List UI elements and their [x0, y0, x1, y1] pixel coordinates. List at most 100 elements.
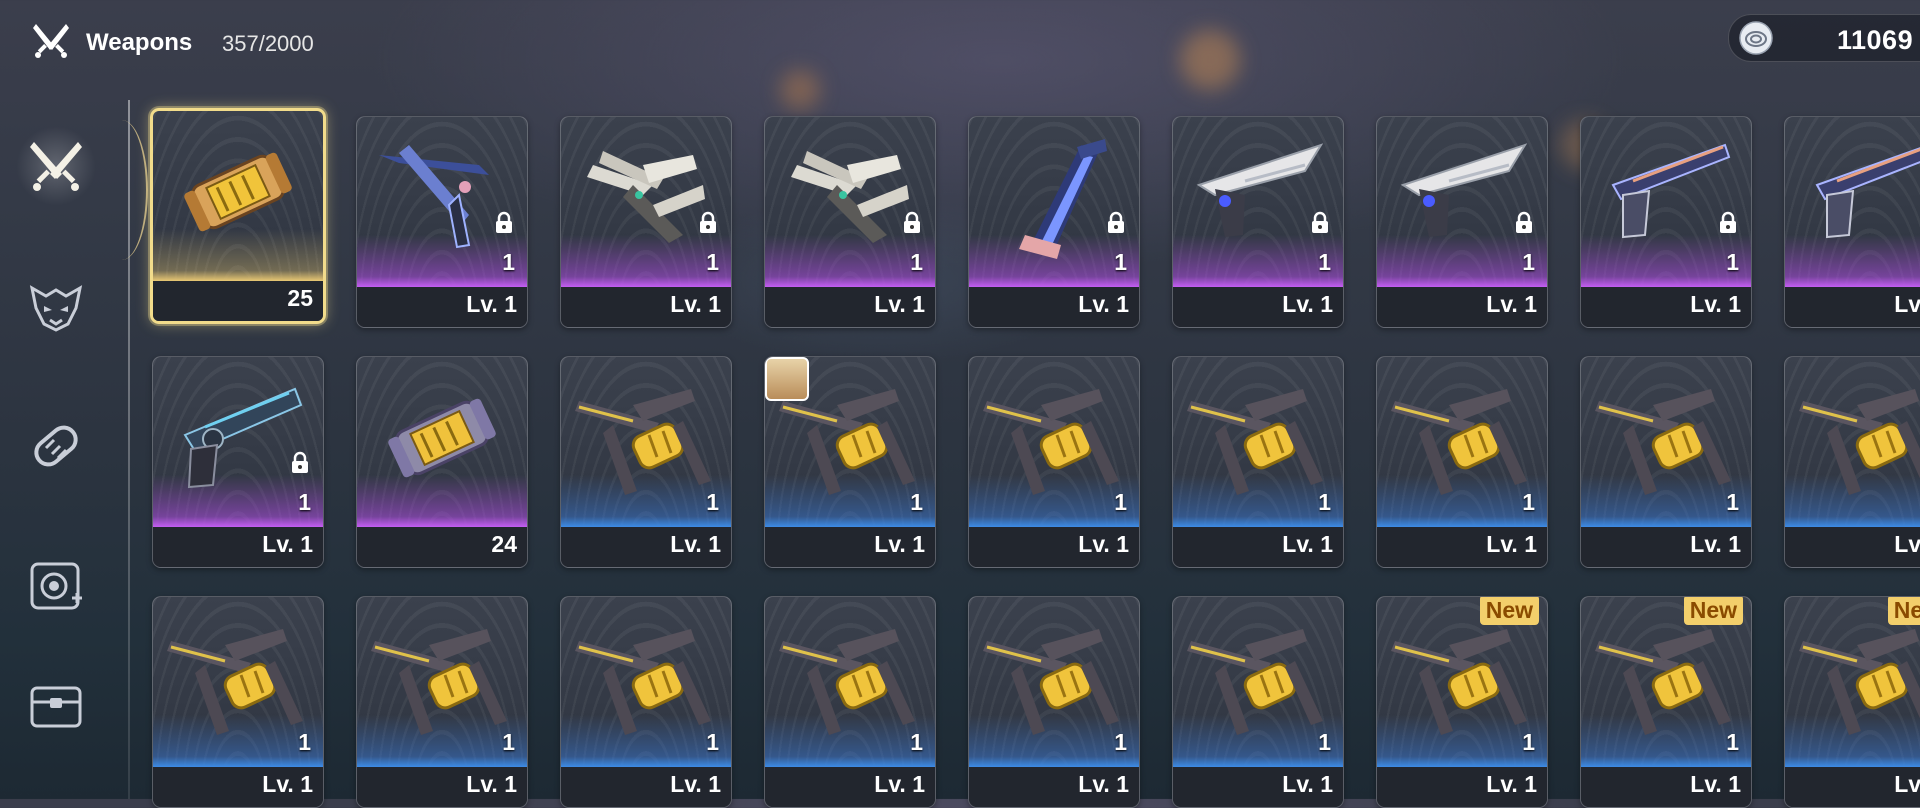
weapon-card[interactable]: 1 Lv. 1	[968, 596, 1140, 808]
shell-credit-icon	[1739, 21, 1773, 55]
crossed-swords-icon	[33, 24, 69, 58]
sidebar-item-development[interactable]	[16, 546, 96, 626]
item-quantity: 1	[1114, 729, 1127, 755]
currency-value: 11069	[1837, 25, 1914, 55]
blue-device-icon	[1019, 139, 1107, 259]
gold-gauntlet-icon	[1187, 389, 1323, 495]
gold-gauntlet-icon	[575, 389, 711, 495]
white-blade-icon	[1400, 143, 1528, 237]
item-quantity: 1	[1522, 729, 1535, 755]
currency-display[interactable]: 11069	[1728, 14, 1920, 62]
item-quantity: 1	[706, 729, 719, 755]
lock-icon[interactable]	[697, 211, 719, 235]
item-quantity: 25	[287, 285, 313, 311]
item-quantity: 1	[1726, 249, 1739, 275]
lock-icon[interactable]	[493, 211, 515, 235]
item-quantity: 1	[1726, 489, 1739, 515]
target-chip-icon	[30, 562, 82, 610]
item-level: Lv. 1	[262, 771, 313, 797]
sidebar-item-echoes[interactable]	[16, 266, 96, 346]
gold-gauntlet-icon	[1187, 629, 1323, 735]
new-badge: New	[1683, 597, 1743, 625]
weapon-card[interactable]: 1Lv. 1	[1172, 356, 1344, 568]
item-quantity: 24	[491, 531, 517, 557]
lock-icon[interactable]	[289, 451, 311, 475]
weapon-card[interactable]: 1Lv. 1	[1172, 116, 1344, 328]
item-level: Lv. 1	[670, 771, 721, 797]
sidebar-item-upgrade-materials[interactable]	[16, 406, 96, 486]
weapon-card[interactable]: 1Lv. 1	[1376, 116, 1548, 328]
weapon-card[interactable]: 24	[356, 356, 528, 568]
item-level: Lv. 1	[262, 531, 313, 557]
gold-gauntlet-icon	[1595, 629, 1731, 735]
sidebar-active-arc	[96, 120, 148, 260]
gold-gauntlet-icon	[1595, 389, 1731, 495]
weapon-card[interactable]: 1Lv. 1New	[1784, 596, 1920, 808]
item-quantity: 1	[706, 249, 719, 275]
item-quantity: 1	[502, 729, 515, 755]
weapon-card[interactable]: 1 Lv. 1	[968, 116, 1140, 328]
gold-gauntlet-icon	[983, 629, 1119, 735]
item-level: Lv. 1	[1894, 291, 1920, 317]
weapon-card[interactable]: 1 Lv. 1	[152, 356, 324, 568]
item-level: Lv. 1	[670, 531, 721, 557]
item-level: Lv. 1	[1894, 771, 1920, 797]
weapon-card[interactable]: 1Lv. 1New	[1580, 596, 1752, 808]
weapon-card[interactable]: 1Lv. 1	[968, 356, 1140, 568]
sidebar-item-supplies[interactable]	[16, 666, 96, 746]
item-quantity: 1	[1318, 729, 1331, 755]
weapon-card[interactable]: 25	[150, 108, 326, 324]
weapon-card[interactable]: 1Lv. 1	[560, 356, 732, 568]
weapon-card[interactable]: 1Lv. 1	[356, 116, 528, 328]
sidebar-item-weapons[interactable]	[16, 126, 96, 206]
capsule-gold-icon	[184, 152, 292, 232]
weapon-card[interactable]: 1 Lv. 1	[1580, 116, 1752, 328]
page-title: Weapons	[86, 29, 193, 56]
weapon-card[interactable]: 1 Lv. 1	[1172, 596, 1344, 808]
weapon-card[interactable]: 1 Lv. 1	[560, 116, 732, 328]
item-level: Lv. 1	[1282, 771, 1333, 797]
weapon-card[interactable]: 1Lv. 1	[764, 596, 936, 808]
item-level: Lv. 1	[670, 291, 721, 317]
item-quantity: 1	[298, 489, 311, 515]
gold-gauntlet-icon	[1391, 629, 1527, 735]
item-level: Lv. 1	[874, 771, 925, 797]
weapon-card[interactable]: 1Lv. 1	[764, 116, 936, 328]
weapon-card[interactable]: 1Lv. 1	[152, 596, 324, 808]
item-level: Lv. 1	[1078, 771, 1129, 797]
weapon-card[interactable]: 1Lv. 1	[1784, 116, 1920, 328]
item-level: Lv. 1	[466, 291, 517, 317]
item-level: Lv. 1	[1690, 291, 1741, 317]
weapon-grid: 25 1 Lv. 1 1 Lv. 1 1 Lv. 1 1 Lv. 1 1 Lv. 1 1 Lv. 11L…	[150, 108, 1920, 808]
gold-gauntlet-icon	[983, 389, 1119, 495]
gold-gauntlet-icon	[575, 629, 711, 735]
header: Weapons 357/2000 11069	[0, 0, 1920, 84]
weapon-card[interactable]: 1Lv. 1	[1376, 356, 1548, 568]
lock-icon[interactable]	[1513, 211, 1535, 235]
white-blade-icon	[1196, 143, 1324, 237]
capsule-purple-icon	[388, 398, 496, 478]
item-level: Lv. 1	[1078, 291, 1129, 317]
weapon-card[interactable]: 1Lv. 1	[356, 596, 528, 808]
lock-icon[interactable]	[1717, 211, 1739, 235]
chest-icon	[30, 686, 82, 728]
white-gauntlet-icon	[791, 151, 909, 243]
lock-icon[interactable]	[901, 211, 923, 235]
item-level: Lv. 1	[1894, 531, 1920, 557]
item-level: Lv. 1	[1282, 531, 1333, 557]
gold-gauntlet-icon	[1391, 389, 1527, 495]
item-quantity: 1	[1318, 249, 1331, 275]
item-quantity: 1	[1726, 729, 1739, 755]
weapon-card[interactable]: 1Lv. 1New	[1376, 596, 1548, 808]
weapon-card[interactable]: 1Lv. 1	[1580, 356, 1752, 568]
weapon-card[interactable]: 1Lv. 1	[764, 356, 936, 568]
lock-icon[interactable]	[1105, 211, 1127, 235]
gold-gauntlet-icon	[167, 629, 303, 735]
item-quantity: 1	[1114, 249, 1127, 275]
item-level: Lv. 1	[874, 531, 925, 557]
gold-gauntlet-icon	[1799, 389, 1920, 495]
weapon-card[interactable]: 1 Lv. 1	[560, 596, 732, 808]
lock-icon[interactable]	[1309, 211, 1331, 235]
crossbow-icon	[379, 145, 489, 249]
weapon-card[interactable]: 1Lv. 1	[1784, 356, 1920, 568]
